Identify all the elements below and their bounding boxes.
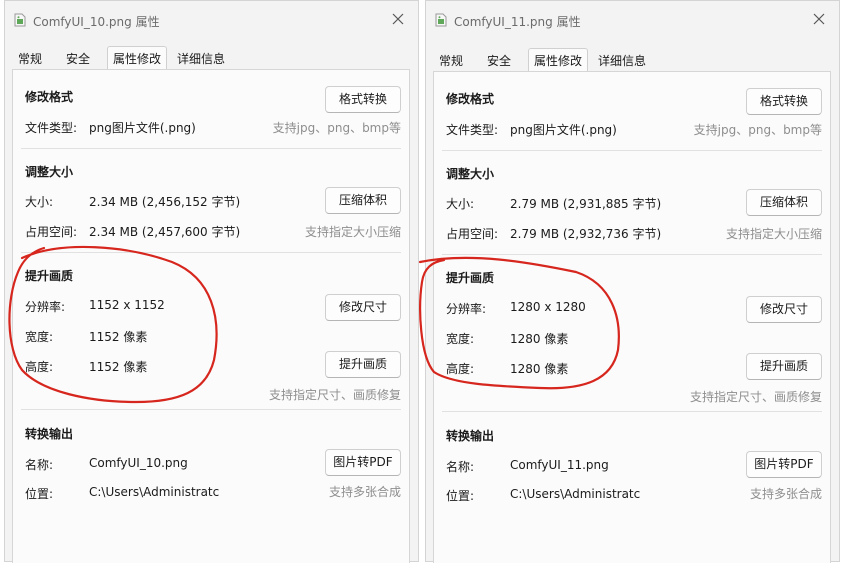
height-label: 高度: <box>25 360 54 374</box>
tab-security[interactable]: 安全 <box>63 48 93 70</box>
divider <box>442 150 822 151</box>
format-hint: 支持jpg、png、bmp等 <box>272 121 401 135</box>
size-value: 2.79 MB (2,931,885 字节) <box>510 197 662 211</box>
height-value: 1152 像素 <box>89 360 148 374</box>
size-label: 大小: <box>25 195 54 209</box>
divider <box>21 409 401 410</box>
close-icon <box>813 13 825 25</box>
output-hint: 支持多张合成 <box>749 487 822 501</box>
height-label: 高度: <box>446 362 475 376</box>
tab-property-edit[interactable]: 属性修改 <box>107 46 168 71</box>
height-value: 1280 像素 <box>510 362 569 376</box>
width-value: 1152 像素 <box>89 330 148 344</box>
section-title-quality: 提升画质 <box>25 269 74 283</box>
close-button[interactable] <box>388 9 408 29</box>
format-convert-button[interactable]: 格式转换 <box>325 86 401 113</box>
title-bar: ComfyUI_11.png 属性 <box>426 1 839 41</box>
divider <box>442 254 822 255</box>
enhance-quality-button[interactable]: 提升画质 <box>746 353 822 380</box>
width-label: 宽度: <box>25 330 54 344</box>
location-label: 位置: <box>25 487 54 501</box>
window-title: ComfyUI_11.png 属性 <box>454 15 581 29</box>
property-edit-panel: 修改格式 格式转换 文件类型: png图片文件(.png) 支持jpg、png、… <box>12 69 410 563</box>
image-to-pdf-button[interactable]: 图片转PDF <box>325 449 401 476</box>
quality-hint: 支持指定尺寸、画质修复 <box>268 388 401 402</box>
tab-general[interactable]: 常规 <box>15 48 45 70</box>
resize-dimensions-button[interactable]: 修改尺寸 <box>746 296 822 323</box>
resolution-label: 分辨率: <box>446 302 487 316</box>
resolution-value: 1152 x 1152 <box>89 298 165 312</box>
width-label: 宽度: <box>446 332 475 346</box>
tab-security[interactable]: 安全 <box>484 50 514 72</box>
location-value: C:\Users\Administratc <box>89 485 220 499</box>
name-value: ComfyUI_10.png <box>89 456 188 470</box>
name-label: 名称: <box>25 458 54 472</box>
compress-hint: 支持指定大小压缩 <box>725 227 822 241</box>
file-type-label: 文件类型: <box>25 121 78 135</box>
section-title-resize: 调整大小 <box>25 165 74 179</box>
resize-dimensions-button[interactable]: 修改尺寸 <box>325 294 401 321</box>
quality-hint: 支持指定尺寸、画质修复 <box>689 390 822 404</box>
tab-details[interactable]: 详细信息 <box>174 48 228 70</box>
divider <box>442 411 822 412</box>
close-icon <box>392 13 404 25</box>
section-title-output: 转换输出 <box>25 427 74 441</box>
format-hint: 支持jpg、png、bmp等 <box>693 123 822 137</box>
name-label: 名称: <box>446 460 475 474</box>
section-title-quality: 提升画质 <box>446 271 495 285</box>
tab-details[interactable]: 详细信息 <box>595 50 649 72</box>
property-edit-panel: 修改格式 格式转换 文件类型: png图片文件(.png) 支持jpg、png、… <box>433 71 831 563</box>
image-file-icon <box>13 13 27 27</box>
enhance-quality-button[interactable]: 提升画质 <box>325 351 401 378</box>
format-convert-button[interactable]: 格式转换 <box>746 88 822 115</box>
properties-window-2: ComfyUI_11.png 属性 常规 安全 属性修改 详细信息 修改格式 格… <box>425 0 840 563</box>
window-title: ComfyUI_10.png 属性 <box>33 15 160 29</box>
name-value: ComfyUI_11.png <box>510 458 609 472</box>
divider <box>21 252 401 253</box>
resolution-value: 1280 x 1280 <box>510 300 586 314</box>
divider <box>21 148 401 149</box>
compress-button[interactable]: 压缩体积 <box>746 189 822 216</box>
location-value: C:\Users\Administratc <box>510 487 641 501</box>
size-label: 大小: <box>446 197 475 211</box>
title-bar: ComfyUI_10.png 属性 <box>5 1 418 41</box>
properties-window-1: ComfyUI_10.png 属性 常规 安全 属性修改 详细信息 修改格式 格… <box>4 0 419 563</box>
disk-size-value: 2.34 MB (2,457,600 字节) <box>89 225 241 239</box>
resolution-label: 分辨率: <box>25 300 66 314</box>
disk-size-value: 2.79 MB (2,932,736 字节) <box>510 227 662 241</box>
tab-property-edit[interactable]: 属性修改 <box>528 48 589 73</box>
disk-size-label: 占用空间: <box>446 227 499 241</box>
section-title-format: 修改格式 <box>446 92 495 106</box>
section-title-output: 转换输出 <box>446 429 495 443</box>
file-type-value: png图片文件(.png) <box>510 123 617 137</box>
location-label: 位置: <box>446 489 475 503</box>
tab-general[interactable]: 常规 <box>436 50 466 72</box>
size-value: 2.34 MB (2,456,152 字节) <box>89 195 241 209</box>
image-file-icon <box>434 13 448 27</box>
section-title-format: 修改格式 <box>25 90 74 104</box>
file-type-label: 文件类型: <box>446 123 499 137</box>
compress-hint: 支持指定大小压缩 <box>304 225 401 239</box>
compress-button[interactable]: 压缩体积 <box>325 187 401 214</box>
disk-size-label: 占用空间: <box>25 225 78 239</box>
output-hint: 支持多张合成 <box>328 485 401 499</box>
section-title-resize: 调整大小 <box>446 167 495 181</box>
width-value: 1280 像素 <box>510 332 569 346</box>
file-type-value: png图片文件(.png) <box>89 121 196 135</box>
image-to-pdf-button[interactable]: 图片转PDF <box>746 451 822 478</box>
close-button[interactable] <box>809 9 829 29</box>
